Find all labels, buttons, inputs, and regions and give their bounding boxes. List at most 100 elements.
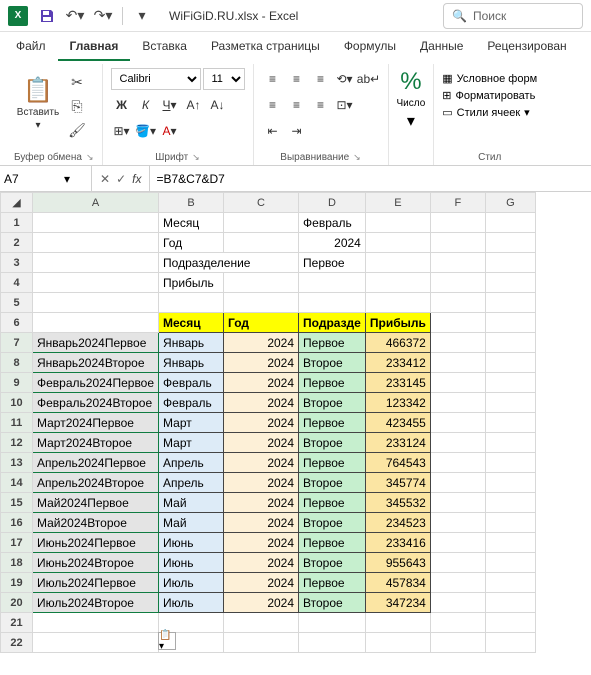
cell[interactable]: Второе (299, 353, 366, 373)
cell[interactable] (485, 333, 535, 353)
cell[interactable]: 2024 (224, 533, 299, 553)
cell[interactable]: Апрель2024Первое (33, 453, 159, 473)
align-top-button[interactable]: ≡ (262, 68, 284, 90)
cell[interactable] (485, 473, 535, 493)
borders-button[interactable]: ⊞▾ (111, 120, 133, 142)
cell[interactable] (485, 493, 535, 513)
col-header-g[interactable]: G (485, 193, 535, 213)
cell[interactable]: Месяц (159, 313, 224, 333)
align-left-button[interactable]: ≡ (262, 94, 284, 116)
chevron-down-icon[interactable]: ▾ (407, 111, 415, 131)
increase-indent-button[interactable]: ⇥ (286, 120, 308, 142)
cell[interactable]: Май2024Первое (33, 493, 159, 513)
row-header[interactable]: 7 (1, 333, 33, 353)
cell[interactable]: Март (159, 433, 224, 453)
cell[interactable]: 347234 (365, 593, 430, 613)
col-header-a[interactable]: A (33, 193, 159, 213)
col-header-c[interactable]: C (224, 193, 299, 213)
cell[interactable]: Второе (299, 393, 366, 413)
decrease-font-button[interactable]: A↓ (207, 94, 229, 116)
increase-font-button[interactable]: A↑ (183, 94, 205, 116)
cell-styles-button[interactable]: ▭Стили ячеек ▾ (442, 106, 537, 119)
cell[interactable]: Февраль (299, 213, 366, 233)
cell[interactable]: Февраль (159, 393, 224, 413)
row-header[interactable]: 4 (1, 273, 33, 293)
font-size-select[interactable]: 11 (203, 68, 245, 90)
alignment-launcher[interactable]: ↘ (353, 152, 361, 163)
cell[interactable]: 233145 (365, 373, 430, 393)
cell[interactable]: Первое (299, 253, 366, 273)
row-header[interactable]: 15 (1, 493, 33, 513)
tab-home[interactable]: Главная (58, 33, 131, 61)
paste-options-button[interactable]: 📋▾ (158, 632, 176, 650)
cell[interactable]: Январь (159, 353, 224, 373)
cell[interactable]: Месяц (159, 213, 224, 233)
cell[interactable]: Второе (299, 553, 366, 573)
cell[interactable]: Первое (299, 493, 366, 513)
cell[interactable]: 2024 (224, 473, 299, 493)
row-header[interactable]: 11 (1, 413, 33, 433)
cell[interactable]: Первое (299, 453, 366, 473)
redo-button[interactable]: ↷▾ (90, 3, 116, 29)
tab-formulas[interactable]: Формулы (332, 33, 408, 61)
align-middle-button[interactable]: ≡ (286, 68, 308, 90)
cell[interactable]: 955643 (365, 553, 430, 573)
cell[interactable]: Подразде (299, 313, 366, 333)
col-header-d[interactable]: D (299, 193, 366, 213)
cell[interactable] (430, 573, 485, 593)
cell[interactable]: Подразделение (159, 253, 299, 273)
cell[interactable]: Первое (299, 333, 366, 353)
qat-customize[interactable]: ▾ (129, 3, 155, 29)
cell[interactable] (485, 373, 535, 393)
cell[interactable]: 2024 (299, 233, 366, 253)
formula-bar[interactable]: =B7&C7&D7 (150, 172, 591, 186)
cell[interactable] (485, 433, 535, 453)
cell[interactable] (485, 453, 535, 473)
format-table-button[interactable]: ⊞Форматировать (442, 89, 537, 102)
cell[interactable]: 345774 (365, 473, 430, 493)
cell[interactable] (485, 593, 535, 613)
cell[interactable]: Первое (299, 533, 366, 553)
cell[interactable]: Прибыль (159, 273, 224, 293)
cut-button[interactable]: ✂ (66, 72, 88, 92)
cell[interactable]: Март (159, 413, 224, 433)
cell[interactable] (485, 353, 535, 373)
row-header[interactable]: 12 (1, 433, 33, 453)
cell[interactable]: Второе (299, 433, 366, 453)
row-header[interactable]: 16 (1, 513, 33, 533)
cell[interactable]: Май (159, 493, 224, 513)
cell[interactable]: 2024 (224, 573, 299, 593)
cell[interactable]: Прибыль (365, 313, 430, 333)
merge-button[interactable]: ⊡▾ (334, 94, 356, 116)
cell[interactable] (485, 553, 535, 573)
row-header[interactable]: 18 (1, 553, 33, 573)
cell[interactable]: Январь2024Первое (33, 333, 159, 353)
worksheet[interactable]: ◢ A B C D E F G 1МесяцФевраль 2Год2024 3… (0, 192, 591, 653)
cell[interactable] (485, 513, 535, 533)
cell[interactable]: 2024 (224, 393, 299, 413)
tab-data[interactable]: Данные (408, 33, 475, 61)
cell[interactable]: Март2024Второе (33, 433, 159, 453)
row-header[interactable]: 6 (1, 313, 33, 333)
row-header[interactable]: 10 (1, 393, 33, 413)
cell[interactable]: 2024 (224, 353, 299, 373)
cancel-formula-button[interactable]: ✕ (100, 172, 110, 186)
italic-button[interactable]: К (135, 94, 157, 116)
row-header[interactable]: 8 (1, 353, 33, 373)
cell[interactable]: Апрель (159, 473, 224, 493)
row-header[interactable]: 3 (1, 253, 33, 273)
cell[interactable]: Июль (159, 573, 224, 593)
align-center-button[interactable]: ≡ (286, 94, 308, 116)
tab-review[interactable]: Рецензирован (475, 33, 578, 61)
cell[interactable]: Май (159, 513, 224, 533)
cell[interactable]: Март2024Первое (33, 413, 159, 433)
cell[interactable]: Июль (159, 593, 224, 613)
row-header[interactable]: 14 (1, 473, 33, 493)
font-family-select[interactable]: Calibri (111, 68, 201, 90)
select-all[interactable]: ◢ (1, 193, 33, 213)
conditional-formatting-button[interactable]: ▦Условное форм (442, 72, 537, 85)
col-header-e[interactable]: E (365, 193, 430, 213)
row-header[interactable]: 17 (1, 533, 33, 553)
cell[interactable]: 2024 (224, 413, 299, 433)
name-box-input[interactable] (4, 172, 64, 186)
